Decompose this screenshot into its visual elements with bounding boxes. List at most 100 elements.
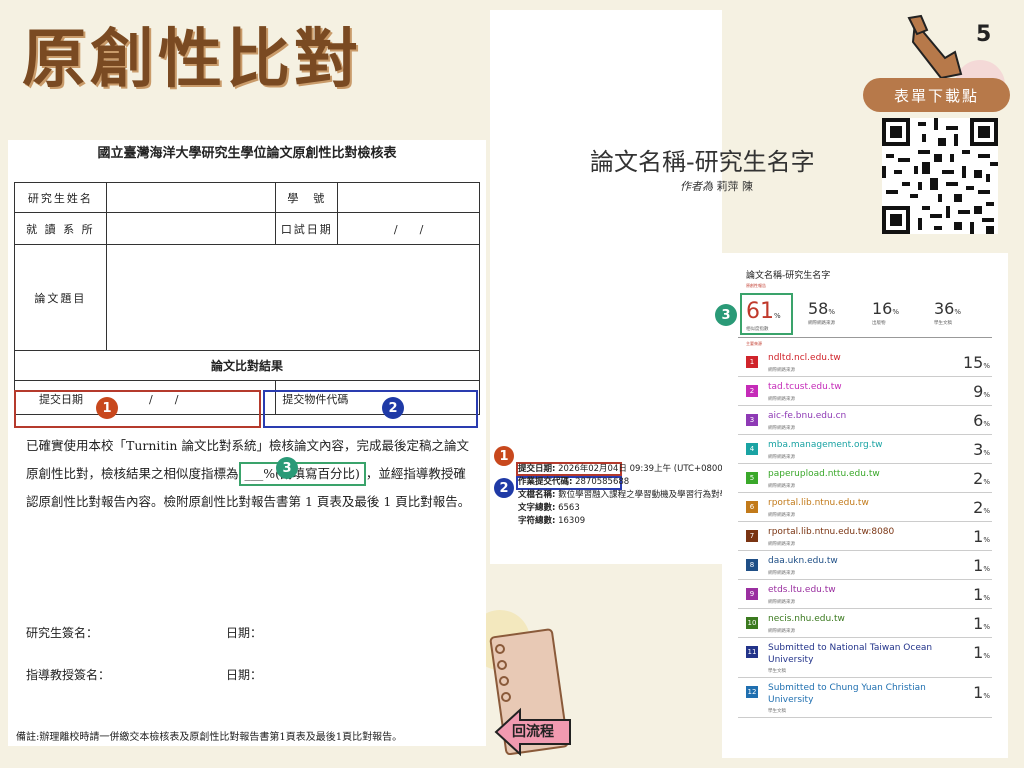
author-prefix: 作者為 — [680, 180, 713, 193]
label-student-name: 研究生姓名 — [14, 182, 107, 213]
source-type: 學生文稿 — [768, 669, 786, 674]
stat-student-papers: 36% 學生文稿 — [934, 299, 962, 326]
source-type: 網際網路來源 — [768, 571, 795, 576]
filename-line: 文檔名稱: 數位學習融入課程之學習動機及學習行為對學 — [518, 490, 729, 500]
source-row[interactable]: 8 daa.ukn.edu.tw 網際網路來源 1% — [738, 551, 992, 580]
source-percent: 1% — [973, 643, 990, 662]
label-department: 就 讀 系 所 — [14, 212, 107, 245]
download-link-button[interactable]: 表單下載點 — [863, 78, 1010, 112]
label-date-student: 日期： — [226, 626, 263, 640]
source-percent: 15% — [962, 353, 990, 372]
source-row[interactable]: 1 ndltd.ncl.edu.tw 網際網路來源 15% — [738, 348, 992, 377]
source-percent-unit: % — [983, 565, 990, 573]
source-row[interactable]: 12 Submitted to Chung Yuan Christian Univ… — [738, 678, 992, 718]
form-footnote: 備註:辦理離校時請一併繳交本檢核表及原創性比對報告書第1頁表及最後1頁比對報告。 — [16, 732, 403, 743]
source-name[interactable]: Submitted to National Taiwan Ocean Unive… — [768, 642, 938, 666]
highlight-submission-id — [263, 390, 478, 428]
source-row[interactable]: 11 Submitted to National Taiwan Ocean Uni… — [738, 638, 992, 678]
source-type: 網際網路來源 — [768, 513, 795, 518]
source-percent: 2% — [973, 498, 990, 517]
sources-label: 主要來源 — [746, 341, 762, 346]
source-name[interactable]: mba.management.org.tw — [768, 439, 938, 451]
source-name[interactable]: ndltd.ncl.edu.tw — [768, 352, 938, 364]
source-name[interactable]: daa.ukn.edu.tw — [768, 555, 938, 567]
source-rank-badge: 6 — [746, 501, 758, 513]
source-percent: 2% — [973, 469, 990, 488]
source-type: 網際網路來源 — [768, 629, 795, 634]
source-row[interactable]: 9 etds.ltu.edu.tw 網際網路來源 1% — [738, 580, 992, 609]
source-row[interactable]: 2 tad.tcust.edu.tw 網際網路來源 9% — [738, 377, 992, 406]
marker-1-report: 1 — [494, 446, 514, 466]
source-name[interactable]: etds.ltu.edu.tw — [768, 584, 938, 596]
source-row[interactable]: 5 paperupload.nttu.edu.tw 網際網路來源 2% — [738, 464, 992, 493]
source-type: 網際網路來源 — [768, 397, 795, 402]
source-rank-badge: 5 — [746, 472, 758, 484]
source-percent-unit: % — [983, 391, 990, 399]
source-row[interactable]: 4 mba.management.org.tw 網際網路來源 3% — [738, 435, 992, 464]
label-student-sign: 研究生簽名： — [26, 626, 99, 640]
source-percent: 3% — [973, 440, 990, 459]
source-rank-badge: 7 — [746, 530, 758, 542]
form-heading: 國立臺灣海洋大學研究生學位論文原創性比對檢核表 — [97, 146, 397, 161]
source-percent-unit: % — [983, 652, 990, 660]
submit-date-line: 提交日期: 2026年02月04日 09:39上午 (UTC+0800) — [518, 464, 727, 474]
checklist-form: 國立臺灣海洋大學研究生學位論文原創性比對檢核表 研究生姓名 學 號 就 讀 系 … — [8, 140, 486, 746]
exam-date-field[interactable]: / / — [337, 212, 480, 245]
stat-internet: 58% 網際網路來源 — [808, 299, 836, 326]
label-student-id: 學 號 — [275, 182, 339, 213]
source-percent: 1% — [973, 527, 990, 546]
source-type: 網際網路來源 — [768, 455, 795, 460]
highlight-similarity-index — [740, 293, 793, 335]
similarity-title: 論文名稱-研究生名字 — [746, 271, 831, 281]
source-row[interactable]: 10 necis.nhu.edu.tw 網際網路來源 1% — [738, 609, 992, 638]
source-name[interactable]: necis.nhu.edu.tw — [768, 613, 938, 625]
student-id-field[interactable] — [337, 182, 480, 213]
source-type: 網際網路來源 — [768, 426, 795, 431]
source-row[interactable]: 7 rportal.lib.ntnu.edu.tw:8080 網際網路來源 1% — [738, 522, 992, 551]
source-name[interactable]: rportal.lib.ntnu.edu.tw:8080 — [768, 526, 938, 538]
report-author: 作者為 莉萍 陳 — [680, 178, 753, 194]
qr-code-icon[interactable] — [882, 118, 998, 234]
thesis-title-field[interactable] — [105, 244, 481, 351]
source-type: 網際網路來源 — [768, 368, 795, 373]
student-name-field[interactable] — [105, 182, 277, 213]
source-percent: 6% — [973, 411, 990, 430]
source-row[interactable]: 3 aic-fe.bnu.edu.cn 網際網路來源 6% — [738, 406, 992, 435]
report-cover-title: 論文名稱-研究生名字 — [590, 148, 815, 176]
source-name[interactable]: aic-fe.bnu.edu.cn — [768, 410, 938, 422]
source-type: 學生文稿 — [768, 709, 786, 714]
stat-publications: 16% 出版物 — [872, 299, 900, 326]
source-row[interactable]: 6 rportal.lib.ntnu.edu.tw 網際網路來源 2% — [738, 493, 992, 522]
source-rank-badge: 9 — [746, 588, 758, 600]
marker-2-report: 2 — [494, 478, 514, 498]
page-number: 5 — [976, 22, 992, 47]
source-rank-badge: 11 — [746, 646, 758, 658]
similarity-percent-field[interactable]: ___%(請填寫百分比) — [238, 462, 366, 486]
source-rank-badge: 8 — [746, 559, 758, 571]
label-advisor-sign: 指導教授簽名： — [26, 668, 111, 682]
label-thesis-title: 論文題目 — [14, 244, 107, 351]
source-type: 網際網路來源 — [768, 484, 795, 489]
source-percent-unit: % — [983, 507, 990, 515]
source-rank-badge: 3 — [746, 414, 758, 426]
label-date-advisor: 日期： — [226, 668, 263, 682]
form-table: 研究生姓名 學 號 就 讀 系 所 口試日期 / / 論文題目 論文比對結果 提… — [13, 182, 481, 415]
source-percent-unit: % — [983, 692, 990, 700]
source-percent-unit: % — [983, 478, 990, 486]
department-field[interactable] — [105, 212, 277, 245]
source-rank-badge: 10 — [746, 617, 758, 629]
word-count-line: 文字總數: 6563 — [518, 503, 580, 513]
source-name[interactable]: rportal.lib.ntnu.edu.tw — [768, 497, 938, 509]
label-exam-date: 口試日期 — [275, 212, 339, 245]
marker-3-form: 3 — [276, 457, 298, 479]
marker-2-form: 2 — [382, 397, 404, 419]
source-name[interactable]: Submitted to Chung Yuan Christian Univer… — [768, 682, 938, 706]
source-name[interactable]: tad.tcust.edu.tw — [768, 381, 938, 393]
back-to-flow-button[interactable]: 回流程 — [512, 721, 578, 751]
source-percent: 1% — [973, 683, 990, 702]
source-name[interactable]: paperupload.nttu.edu.tw — [768, 468, 938, 480]
stats-divider — [738, 337, 992, 338]
section-originality-label: 原創性報告 — [746, 283, 766, 288]
marker-3-report: 3 — [715, 304, 737, 326]
source-percent: 1% — [973, 585, 990, 604]
